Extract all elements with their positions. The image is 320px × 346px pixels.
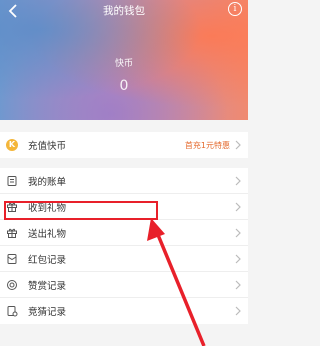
highlight-box <box>4 201 158 220</box>
menu-item-quizzes[interactable]: 竞猜记录 <box>0 298 248 324</box>
chevron-right-icon <box>235 176 241 186</box>
chevron-right-icon <box>235 140 241 150</box>
chevron-right-icon <box>235 228 241 238</box>
menu-item-label: 我的账单 <box>28 176 67 188</box>
info-icon[interactable]: i <box>228 2 242 16</box>
chevron-right-icon <box>235 254 241 264</box>
chevron-right-icon <box>235 306 241 316</box>
recharge-row[interactable]: K 充值快币 首充1元特惠 <box>0 132 248 158</box>
top-bar: 我的钱包 i <box>0 0 248 22</box>
chevron-right-icon <box>235 202 241 212</box>
page-title: 我的钱包 <box>103 5 145 17</box>
wallet-menu: 我的账单 收到礼物 送出礼物 红包记录 赞赏记录 竞猜记录 <box>0 168 248 324</box>
quiz-icon <box>6 305 18 317</box>
menu-item-gifts-sent[interactable]: 送出礼物 <box>0 220 248 246</box>
red-packet-icon <box>6 253 18 265</box>
menu-item-label: 红包记录 <box>28 254 67 266</box>
wallet-header-banner: 我的钱包 i 快币 0 <box>0 0 248 120</box>
menu-item-label: 赞赏记录 <box>28 280 67 292</box>
menu-item-label: 竞猜记录 <box>28 307 67 318</box>
back-arrow-icon[interactable] <box>4 2 22 20</box>
recharge-label: 充值快币 <box>28 141 67 152</box>
menu-item-red-packets[interactable]: 红包记录 <box>0 246 248 272</box>
gift-sent-icon <box>6 227 18 239</box>
coin-icon: K <box>6 139 18 151</box>
menu-item-appreciations[interactable]: 赞赏记录 <box>0 272 248 298</box>
recharge-card: K 充值快币 首充1元特惠 <box>0 132 248 158</box>
appreciation-icon <box>6 279 18 291</box>
menu-item-bill[interactable]: 我的账单 <box>0 168 248 194</box>
menu-item-label: 送出礼物 <box>28 228 67 240</box>
promo-text: 首充1元特惠 <box>184 141 230 150</box>
balance-value: 0 <box>119 78 129 94</box>
bill-icon <box>6 175 18 187</box>
balance-label: 快币 <box>114 59 133 69</box>
chevron-right-icon <box>235 280 241 290</box>
